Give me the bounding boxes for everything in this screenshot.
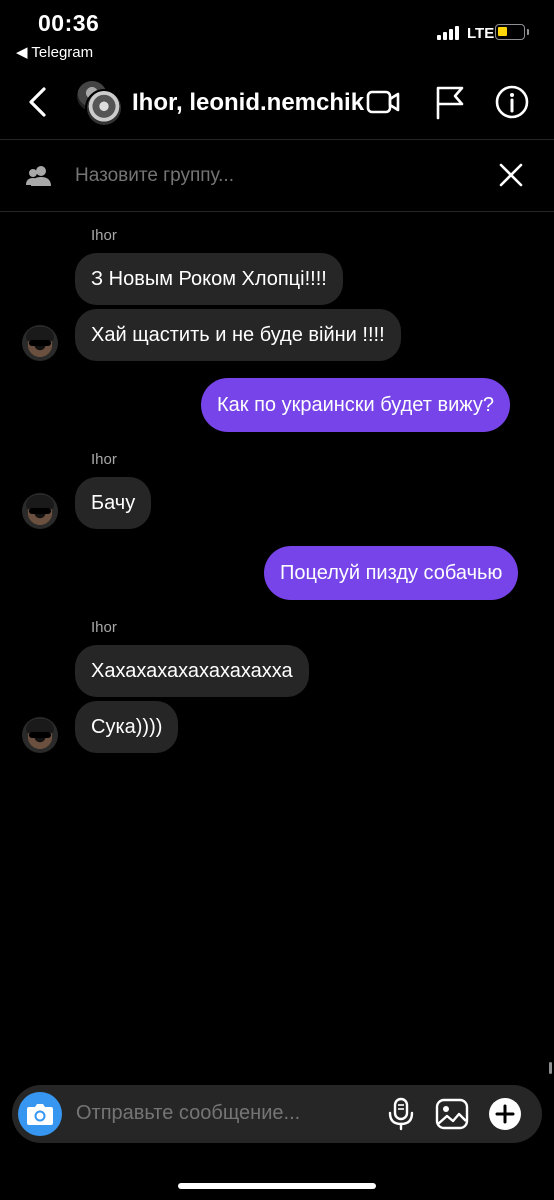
divider [0, 211, 554, 212]
signal-icon [437, 26, 459, 40]
group-avatars[interactable] [75, 79, 123, 127]
camera-button[interactable] [18, 1092, 62, 1136]
avatar[interactable] [22, 493, 58, 529]
gallery-icon[interactable] [434, 1097, 470, 1131]
incoming-message[interactable]: Хай щастить и не буде війни !!!! [75, 309, 401, 361]
status-time: 00:36 [38, 10, 100, 36]
outgoing-message[interactable]: Поцелуй пизду собачью [264, 546, 519, 600]
scroll-indicator[interactable] [549, 1062, 552, 1074]
battery-tip [527, 29, 529, 35]
home-indicator[interactable] [178, 1183, 376, 1189]
outgoing-message[interactable]: Как по украински будет вижу? [201, 378, 511, 432]
divider [0, 139, 554, 140]
chat-title[interactable]: Ihor, leonid.nemchik [132, 89, 364, 117]
incoming-message[interactable]: Бачу [75, 477, 152, 529]
microphone-icon[interactable] [387, 1097, 415, 1131]
incoming-message[interactable]: Хахахахахахахахахха [75, 645, 309, 697]
close-icon[interactable] [496, 160, 526, 190]
battery-icon [495, 24, 525, 40]
camera-icon [27, 1104, 53, 1125]
video-camera-icon[interactable] [365, 84, 401, 120]
group-name-input[interactable] [75, 165, 455, 187]
incoming-message[interactable]: Сука)))) [75, 701, 179, 753]
chevron-left-icon[interactable] [22, 84, 58, 120]
avatar[interactable] [22, 325, 58, 361]
flag-icon[interactable] [432, 84, 468, 120]
add-icon[interactable] [488, 1097, 522, 1131]
sender-name: Ihor [91, 451, 117, 468]
people-icon [26, 166, 51, 186]
avatar[interactable] [22, 717, 58, 753]
info-icon[interactable] [494, 84, 530, 120]
avatar [85, 89, 123, 127]
sender-name: Ihor [91, 227, 117, 244]
incoming-message[interactable]: З Новым Роком Хлопці!!!! [75, 253, 343, 305]
message-input[interactable] [76, 1102, 376, 1125]
back-to-telegram-link[interactable]: ◀ Telegram [16, 43, 93, 61]
network-type: LTE [467, 25, 495, 42]
sender-name: Ihor [91, 619, 117, 636]
